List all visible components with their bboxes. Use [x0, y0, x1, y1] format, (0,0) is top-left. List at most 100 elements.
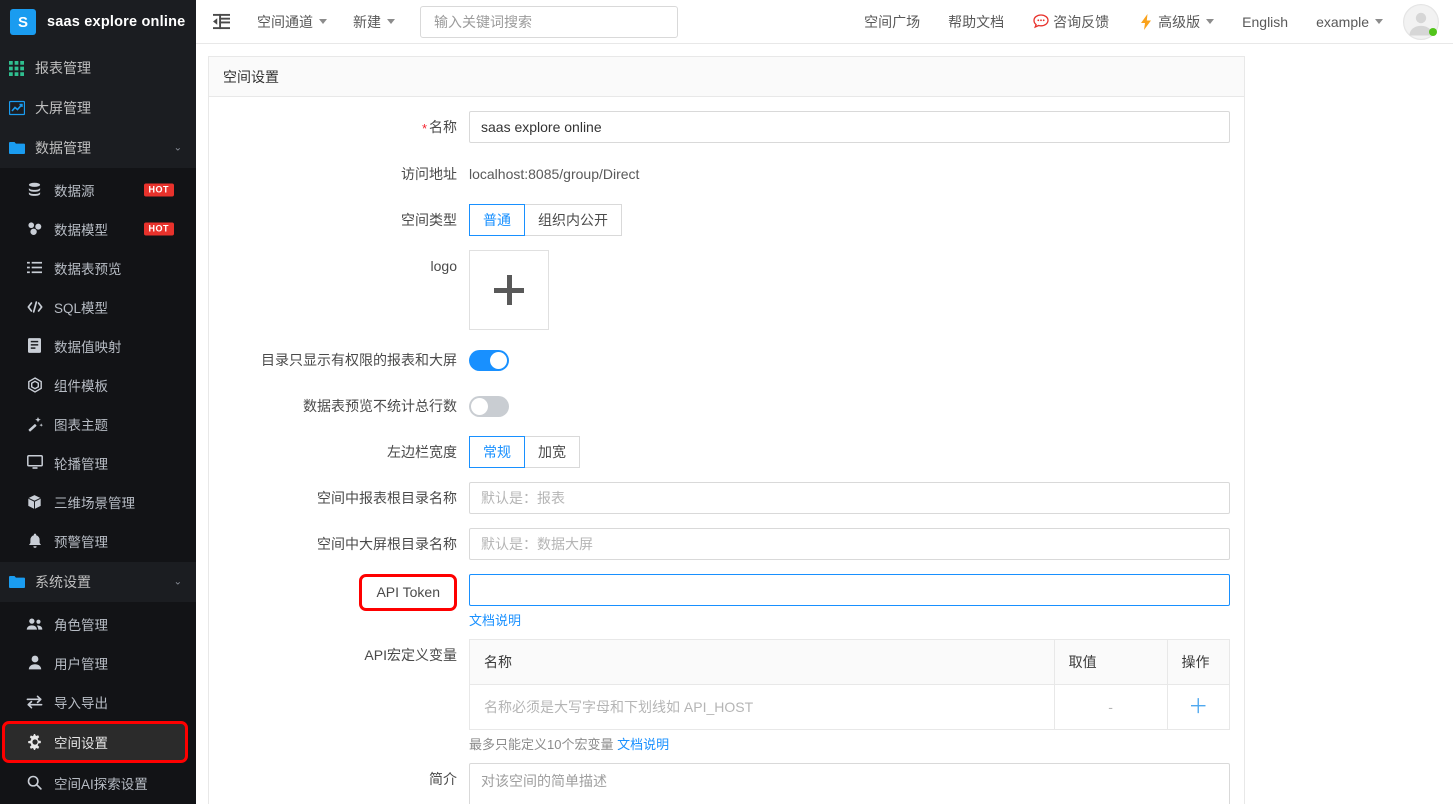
sidebar-item-valuemapping[interactable]: 数据值映射 — [0, 326, 196, 365]
intro-textarea[interactable] — [469, 763, 1230, 804]
sidebar-item-reports[interactable]: 报表管理 — [0, 48, 196, 88]
sidebar-item-3dscene[interactable]: 三维场景管理 — [0, 482, 196, 521]
menu-feedback[interactable]: 咨询反馈 — [1018, 0, 1123, 44]
sidebar-item-label: 角色管理 — [54, 617, 108, 633]
cell-macro-name[interactable]: 名称必须是大写字母和下划线如 API_HOST — [469, 684, 1055, 730]
add-macro-plus-icon[interactable]: ＋ — [1188, 696, 1208, 718]
sidebar-item-label: 数据模型 — [54, 222, 108, 238]
sidebar: S saas explore online 报表管理 大屏管理 数据管理 ⌄ 数… — [0, 0, 196, 804]
topbar: 空间通道 新建 空间广场 帮助文档 — [196, 0, 1453, 44]
sidebar-item-space-settings[interactable]: 空间设置 — [2, 721, 188, 763]
menu-language[interactable]: English — [1228, 0, 1302, 44]
cube-outline-icon — [26, 376, 43, 393]
menu-label: English — [1242, 13, 1289, 30]
menu-user-account[interactable]: example — [1302, 0, 1397, 44]
report-root-input[interactable] — [469, 482, 1230, 514]
api-token-label-highlight: API Token — [359, 574, 457, 611]
search-icon — [26, 774, 43, 791]
sidebar-item-dashboards[interactable]: 大屏管理 — [0, 88, 196, 128]
chat-icon — [1032, 13, 1049, 30]
sidebar-group-system[interactable]: 系统设置 ⌄ — [0, 562, 196, 602]
menu-space-channel[interactable]: 空间通道 — [244, 0, 340, 44]
sidebar-group-label: 数据管理 — [35, 140, 91, 156]
caret-down-icon — [319, 19, 327, 24]
api-token-doc-link[interactable]: 文档说明 — [469, 613, 521, 628]
menu-new[interactable]: 新建 — [340, 0, 408, 44]
sidebar-item-label: 数据源 — [54, 183, 95, 199]
sidebar-item-carousel[interactable]: 轮播管理 — [0, 443, 196, 482]
menu-help-docs[interactable]: 帮助文档 — [934, 0, 1018, 44]
online-status-dot — [1429, 27, 1437, 36]
sidebar-item-label: 预警管理 — [54, 534, 108, 550]
search-box[interactable] — [420, 5, 678, 38]
bell-icon — [26, 532, 43, 549]
sidebar-item-label: SQL模型 — [54, 300, 109, 316]
transfer-icon — [26, 693, 43, 710]
menu-label: 帮助文档 — [948, 13, 1005, 30]
form-row-name: * 名称 — [209, 111, 1244, 144]
chevron-down-icon: ⌄ — [173, 576, 182, 588]
sidebar-item-roles[interactable]: 角色管理 — [0, 604, 196, 643]
sidebar-item-sqlmodel[interactable]: SQL模型 — [0, 287, 196, 326]
sidebar-width-option-wide[interactable]: 加宽 — [524, 436, 580, 468]
form-row-sidebar-width: 左边栏宽度 常规 加宽 — [209, 436, 1244, 468]
space-type-option-normal[interactable]: 普通 — [469, 204, 525, 236]
label-only-permitted: 目录只显示有权限的报表和大屏 — [261, 352, 457, 368]
search-input[interactable] — [432, 6, 666, 37]
label-api-macro: API宏定义变量 — [364, 647, 457, 663]
column-header-action: 操作 — [1167, 639, 1230, 685]
user-icon — [26, 654, 43, 671]
no-total-rows-toggle[interactable] — [469, 396, 509, 417]
sidebar-item-datasource[interactable]: 数据源 HOT — [0, 170, 196, 209]
brand[interactable]: S saas explore online — [0, 0, 196, 44]
sidebar-item-alerts[interactable]: 预警管理 — [0, 521, 196, 560]
cell-macro-action: ＋ — [1167, 684, 1230, 730]
chevron-down-icon: ⌄ — [173, 142, 182, 154]
only-permitted-toggle[interactable] — [469, 350, 509, 371]
space-type-option-org-public[interactable]: 组织内公开 — [524, 204, 622, 236]
plus-icon — [494, 275, 524, 305]
sidebar-item-ai-explore-settings[interactable]: 空间AI探索设置 — [0, 763, 196, 802]
menu-label: 空间通道 — [257, 13, 313, 30]
sidebar-collapse-icon[interactable] — [210, 11, 232, 33]
menu-premium[interactable]: 高级版 — [1123, 0, 1228, 44]
api-token-input[interactable] — [469, 574, 1230, 606]
toggle-knob — [490, 352, 507, 369]
users-icon — [26, 615, 43, 632]
sidebar-item-label: 数据值映射 — [54, 339, 122, 355]
sidebar-group-data[interactable]: 数据管理 ⌄ — [0, 128, 196, 168]
sidebar-nav: 报表管理 大屏管理 数据管理 ⌄ 数据源 HOT 数据模型 HOT 数据表预览 … — [0, 44, 196, 804]
sidebar-submenu-data: 数据源 HOT 数据模型 HOT 数据表预览 SQL模型 数据值映射 组件模板 … — [0, 168, 196, 562]
menu-label: example — [1316, 13, 1369, 30]
field-logo — [469, 250, 1244, 330]
form-row-url: 访问地址 localhost:8085/group/Direct — [209, 158, 1244, 190]
form-row-space-type: 空间类型 普通 组织内公开 — [209, 204, 1244, 236]
sidebar-item-label: 空间设置 — [54, 736, 108, 751]
form-row-logo: logo — [209, 250, 1244, 330]
menu-space-plaza[interactable]: 空间广场 — [850, 0, 934, 44]
api-macro-doc-link[interactable]: 文档说明 — [617, 737, 669, 752]
sidebar-item-charttheme[interactable]: 图表主题 — [0, 404, 196, 443]
sidebar-item-label: 用户管理 — [54, 656, 108, 672]
settings-form: *名称 访问地址 localhost:8085/group/Direct — [209, 97, 1244, 804]
sidebar-item-componenttemplate[interactable]: 组件模板 — [0, 365, 196, 404]
form-row-api-macro: API宏定义变量 名称 取值 操作 名称必须是大写字母和下划线如 API_HOS… — [209, 639, 1244, 753]
avatar[interactable] — [1403, 3, 1439, 40]
sidebar-item-importexport[interactable]: 导入导出 — [0, 682, 196, 721]
sidebar-width-option-normal[interactable]: 常规 — [469, 436, 525, 468]
field-intro — [469, 763, 1244, 804]
sidebar-item-tablepreview[interactable]: 数据表预览 — [0, 248, 196, 287]
sidebar-item-datamodel[interactable]: 数据模型 HOT — [0, 209, 196, 248]
name-input[interactable] — [469, 111, 1230, 143]
logo-upload-button[interactable] — [469, 250, 549, 330]
field-screen-root — [469, 528, 1244, 560]
model-icon — [26, 220, 43, 237]
brand-name: saas explore online — [47, 14, 186, 30]
sidebar-item-label: 三维场景管理 — [54, 495, 135, 511]
sidebar-item-users[interactable]: 用户管理 — [0, 643, 196, 682]
screen-root-input[interactable] — [469, 528, 1230, 560]
form-row-intro: 简介 — [209, 763, 1244, 804]
caret-down-icon — [1206, 19, 1215, 24]
card-title: 空间设置 — [209, 57, 1244, 97]
gear-icon — [26, 734, 43, 751]
